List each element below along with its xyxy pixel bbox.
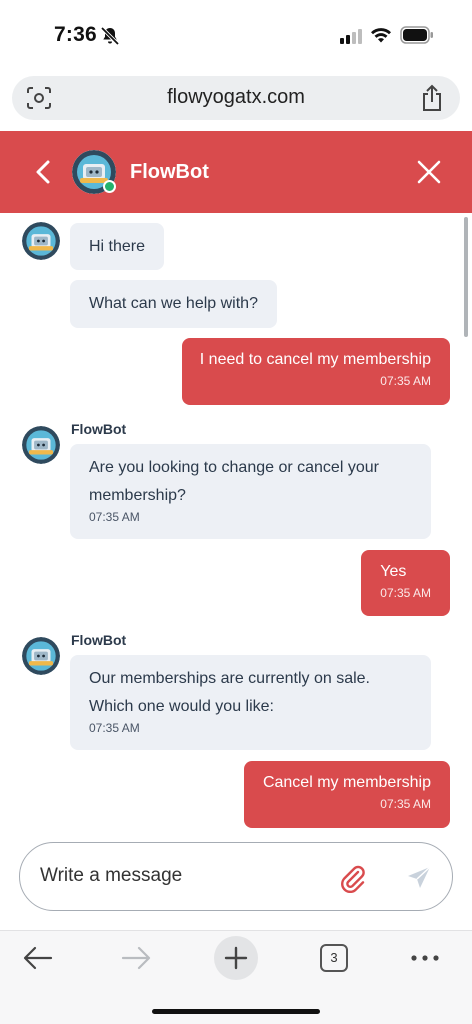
message-time: 07:35 AM bbox=[380, 586, 431, 600]
status-time: 7:36 bbox=[54, 23, 97, 46]
message-text: Hi there bbox=[89, 238, 146, 255]
status-bar: 7:36 bbox=[0, 0, 472, 70]
url-text[interactable]: flowyogatx.com bbox=[12, 86, 460, 109]
message-input[interactable] bbox=[40, 865, 330, 887]
bot-message: Our memberships are currently on sale. W… bbox=[70, 655, 431, 750]
bot-message: What can we help with? bbox=[70, 280, 277, 328]
message-time: 07:35 AM bbox=[89, 510, 140, 524]
bot-avatar bbox=[22, 222, 60, 260]
tabs-button[interactable]: 3 bbox=[320, 944, 348, 972]
bell-slash-icon bbox=[100, 26, 120, 46]
bot-message: Are you looking to change or cancel your… bbox=[70, 444, 431, 539]
message-time: 07:35 AM bbox=[380, 797, 431, 811]
close-icon[interactable] bbox=[416, 159, 442, 185]
share-icon[interactable] bbox=[420, 84, 444, 112]
wifi-icon bbox=[371, 28, 391, 43]
paperclip-icon[interactable] bbox=[338, 863, 366, 893]
battery-icon bbox=[400, 26, 433, 44]
signal-icon bbox=[340, 29, 362, 44]
send-icon[interactable] bbox=[406, 865, 432, 891]
home-indicator bbox=[152, 1009, 320, 1014]
chat-header: FlowBot bbox=[0, 131, 472, 213]
message-text: Are you looking to change or cancel your… bbox=[89, 459, 379, 504]
bot-message: Hi there bbox=[70, 223, 165, 270]
scrollbar[interactable] bbox=[464, 217, 468, 337]
message-composer bbox=[19, 842, 453, 911]
message-text: What can we help with? bbox=[89, 295, 258, 312]
chat-title: FlowBot bbox=[130, 161, 209, 183]
message-time: 07:35 AM bbox=[380, 374, 431, 388]
plus-icon bbox=[224, 946, 248, 970]
message-text: Cancel my membership bbox=[262, 774, 431, 791]
more-icon[interactable] bbox=[410, 953, 440, 963]
user-message: Cancel my membership 07:35 AM bbox=[243, 761, 450, 828]
new-tab-button[interactable] bbox=[214, 936, 258, 980]
address-bar[interactable]: flowyogatx.com bbox=[12, 76, 460, 120]
user-message: Yes 07:35 AM bbox=[361, 550, 450, 616]
browser-toolbar: 3 bbox=[0, 930, 472, 1024]
back-icon[interactable] bbox=[30, 157, 58, 187]
message-text: Our memberships are currently on sale. W… bbox=[89, 670, 370, 715]
bot-avatar bbox=[22, 426, 60, 464]
bot-avatar bbox=[22, 637, 60, 675]
message-list[interactable]: Hi there What can we help with? I need t… bbox=[0, 213, 472, 833]
online-status-dot bbox=[103, 180, 116, 193]
message-text: Yes bbox=[380, 563, 407, 580]
sender-name: FlowBot bbox=[71, 632, 127, 648]
sender-name: FlowBot bbox=[71, 421, 127, 437]
nav-forward-icon[interactable] bbox=[120, 945, 152, 971]
message-text: I need to cancel my membership bbox=[199, 351, 431, 368]
message-time: 07:35 AM bbox=[89, 721, 140, 735]
user-message: I need to cancel my membership 07:35 AM bbox=[181, 338, 450, 405]
nav-back-icon[interactable] bbox=[22, 945, 54, 971]
